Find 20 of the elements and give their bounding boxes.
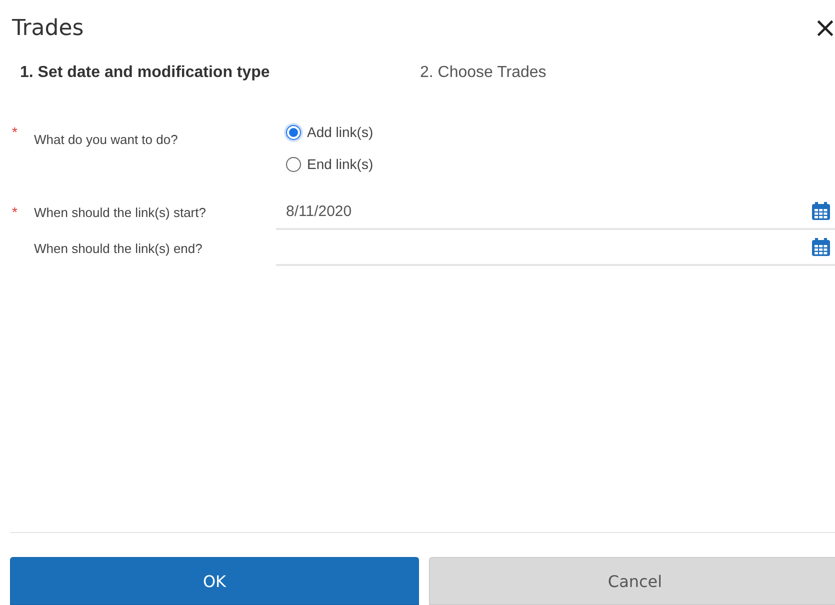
- date-field[interactable]: 8/11/2020: [276, 194, 835, 230]
- calendar-icon[interactable]: [811, 201, 831, 221]
- radio-label: End link(s): [307, 156, 374, 172]
- step-tab[interactable]: 1. Set date and modification type: [20, 64, 420, 84]
- ok-button[interactable]: OK: [10, 557, 419, 605]
- radio-button[interactable]: [286, 156, 301, 172]
- radio-label: Add link(s): [307, 124, 374, 140]
- dialog-title: Trades: [12, 16, 84, 40]
- required-mark: *: [12, 124, 18, 140]
- step-tab[interactable]: 2. Choose Trades: [420, 64, 820, 84]
- calendar-icon[interactable]: [811, 237, 831, 257]
- radio-button[interactable]: [286, 124, 301, 140]
- required-mark: *: [12, 204, 18, 220]
- radio-option[interactable]: End link(s): [286, 156, 374, 172]
- cancel-button[interactable]: Cancel: [429, 557, 835, 605]
- field-label: When should the link(s) start?: [34, 204, 207, 220]
- field-label: When should the link(s) end?: [34, 240, 204, 256]
- radio-option[interactable]: Add link(s): [286, 124, 374, 140]
- field-label: What do you want to do?: [34, 132, 178, 147]
- close-button[interactable]: ×: [814, 14, 835, 42]
